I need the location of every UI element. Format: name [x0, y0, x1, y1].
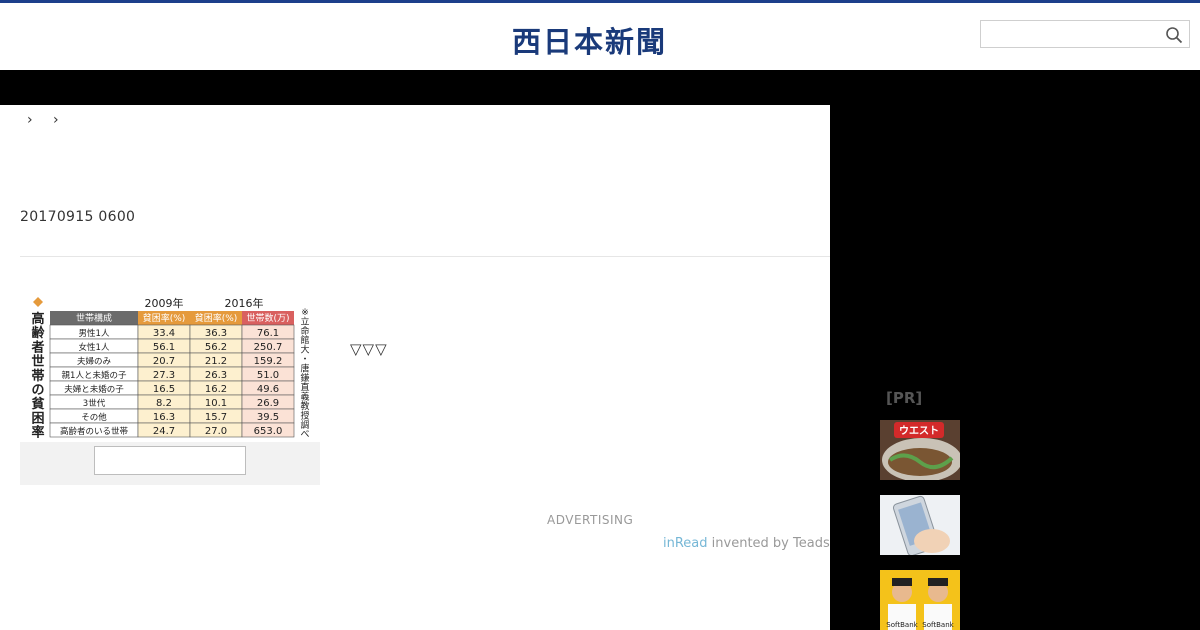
table-column-header: 世帯数(万)	[246, 312, 289, 324]
table-cell: その他	[81, 412, 107, 423]
table-cell: 16.3	[153, 412, 175, 423]
table-cell: 51.0	[257, 370, 279, 381]
poverty-rate-table-image: 高齢者世帯の貧困率 2009年 2016年 世帯構成 貧困率(%) 貧困率(%) 世帯…	[20, 287, 320, 442]
table-cell: 27.0	[205, 426, 227, 437]
table-cell: 26.3	[205, 370, 227, 381]
table-cell: 76.1	[257, 328, 279, 339]
table-cell: 250.7	[254, 342, 283, 353]
site-header: 西日本新聞	[0, 3, 1200, 70]
pr-label: [PR]	[886, 389, 923, 407]
search-input[interactable]	[981, 21, 1161, 47]
table-cell: 27.3	[153, 370, 175, 381]
figure-source-note: ※立命館大・唐鎌直義教授調べ	[300, 308, 309, 440]
table-cell: 653.0	[254, 426, 283, 437]
article-date: 20170915 0600	[20, 209, 136, 225]
table-cell: 親1人と未婚の子	[62, 370, 127, 381]
table-column-header: 貧困率(%)	[143, 312, 186, 324]
table-cell: 56.1	[153, 342, 175, 353]
table-cell: 3世代	[83, 398, 106, 409]
table-cell: 56.2	[205, 342, 227, 353]
site-logo[interactable]: 西日本新聞	[512, 19, 667, 59]
header-divider	[20, 256, 830, 257]
year-2009: 2009年	[145, 296, 184, 310]
table-cell: 20.7	[153, 356, 175, 367]
teads-text: invented by Teads	[707, 536, 830, 551]
table-cell: 夫婦と未婚の子	[64, 384, 124, 395]
article-figure[interactable]: 高齢者世帯の貧困率 2009年 2016年 世帯構成 貧困率(%) 貧困率(%) 世帯…	[20, 287, 320, 485]
ad-badge: SoftBank	[886, 621, 918, 629]
table-cell: 21.2	[205, 356, 227, 367]
figure-vertical-title: 高齢者世帯の貧困率	[30, 311, 45, 441]
table-column-header: 貧困率(%)	[195, 312, 238, 324]
teads-credit: inRead invented by Teads	[663, 536, 830, 551]
table-cell: 39.5	[257, 412, 279, 423]
table-cell: 24.7	[153, 426, 175, 437]
table-cell: 高齢者のいる世帯	[60, 426, 129, 437]
udon-bowl-ad-image[interactable]: ウエスト	[880, 420, 960, 480]
advertising-label: ADVERTISING	[547, 513, 634, 527]
section-marker-text: ▽▽▽	[350, 340, 388, 358]
inread-link[interactable]: inRead	[663, 536, 708, 551]
table-cell: 女性1人	[79, 342, 110, 353]
smartphone-hand-ad-image[interactable]	[880, 495, 960, 555]
search-icon[interactable]	[1165, 26, 1183, 44]
table-column-header: 世帯構成	[76, 312, 112, 324]
figure-caption-box	[94, 446, 246, 475]
table-cell: 26.9	[257, 398, 279, 409]
table-cell: 16.2	[205, 384, 227, 395]
ad-badge: ウエスト	[899, 425, 939, 437]
breadcrumb-separator: ›	[53, 112, 59, 128]
table-cell: 15.7	[205, 412, 227, 423]
table-cell: 夫婦のみ	[77, 356, 112, 367]
table-cell: 10.1	[205, 398, 227, 409]
year-2016: 2016年	[225, 296, 264, 310]
softbank-players-ad-image[interactable]: SoftBank SoftBank	[880, 570, 960, 630]
table-cell: 8.2	[156, 398, 172, 409]
table-cell: 16.5	[153, 384, 175, 395]
ad-badge: SoftBank	[922, 621, 954, 629]
table-cell: 49.6	[257, 384, 279, 395]
global-nav-bar[interactable]	[0, 70, 1200, 105]
search-box	[980, 20, 1190, 48]
table-cell: 33.4	[153, 328, 175, 339]
table-cell: 男性1人	[79, 328, 110, 339]
table-cell: 36.3	[205, 328, 227, 339]
table-cell: 159.2	[254, 356, 283, 367]
breadcrumb-separator: ›	[27, 112, 33, 128]
article-main: › › 20170915 0600 高齢者世帯の貧困率 2009年 2016年 …	[0, 105, 830, 630]
